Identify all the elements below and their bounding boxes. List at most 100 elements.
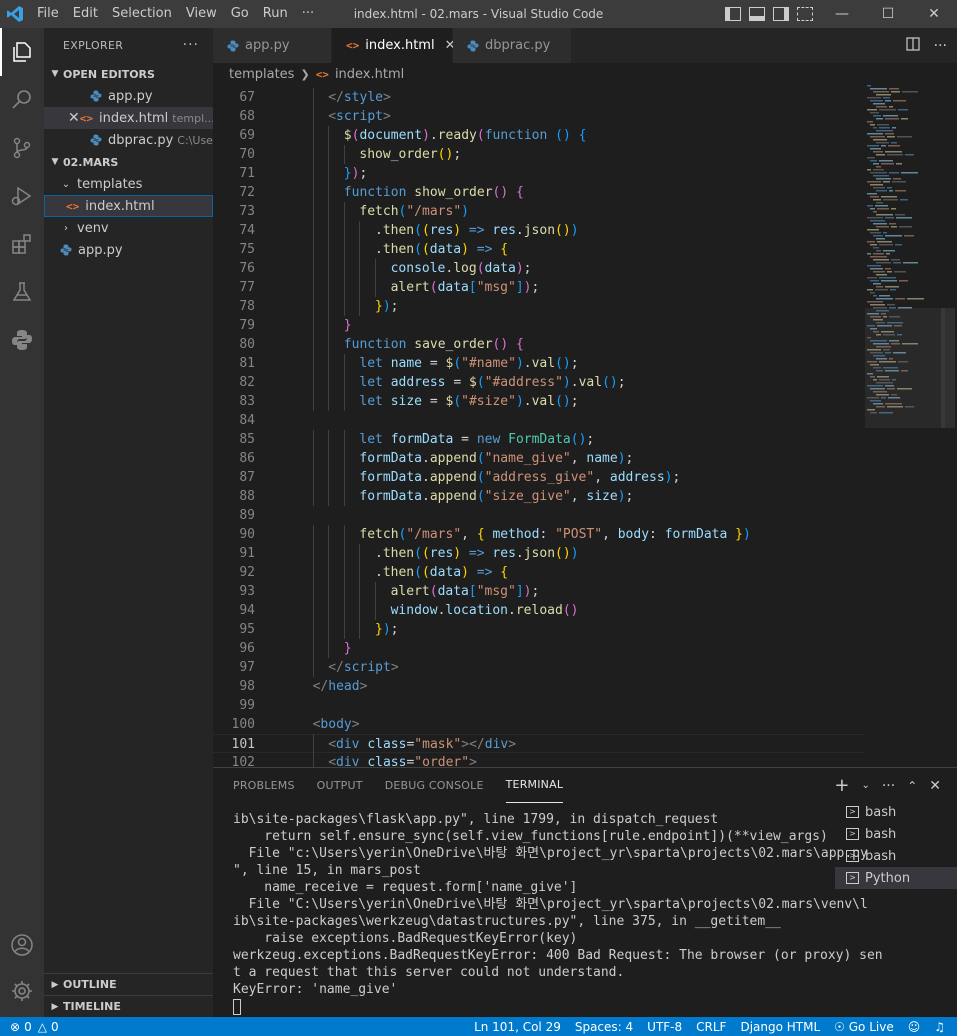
- code-line[interactable]: 95});: [213, 620, 865, 639]
- code-line[interactable]: 79}: [213, 316, 865, 335]
- explorer-icon[interactable]: [0, 28, 44, 76]
- open-editor-item[interactable]: app.py: [44, 85, 213, 107]
- code-line[interactable]: 92 .then((data) => {: [213, 563, 865, 582]
- terminal-item[interactable]: > bash: [835, 845, 957, 867]
- folder-templates[interactable]: ⌄ templates: [44, 173, 213, 195]
- menu-view[interactable]: View: [179, 0, 224, 28]
- tab-terminal[interactable]: TERMINAL: [505, 768, 564, 803]
- code-line[interactable]: 68 <script>: [213, 107, 865, 126]
- minimap[interactable]: [865, 85, 945, 767]
- code-line[interactable]: 100 <body>: [213, 715, 865, 734]
- code-line[interactable]: 102 <div class="order">: [213, 753, 865, 767]
- settings-gear-icon[interactable]: [0, 967, 44, 1015]
- open-editors-section[interactable]: ▼ OPEN EDITORS: [44, 63, 213, 85]
- new-terminal-icon[interactable]: +: [834, 775, 849, 796]
- folder-venv[interactable]: › venv: [44, 217, 213, 239]
- timeline-section[interactable]: ▶ TIMELINE: [44, 995, 213, 1017]
- toggle-secondary-sidebar-icon[interactable]: [773, 7, 789, 21]
- line-ending[interactable]: CRLF: [696, 1020, 726, 1034]
- code-line[interactable]: 86 formData.append("name_give", name);: [213, 449, 865, 468]
- code-line[interactable]: 94 window.location.reload(): [213, 601, 865, 620]
- breadcrumb-folder[interactable]: templates: [229, 67, 294, 82]
- breadcrumb-file[interactable]: index.html: [335, 67, 404, 82]
- menu-more[interactable]: ···: [295, 0, 321, 28]
- tab-problems[interactable]: PROBLEMS: [233, 768, 295, 803]
- code-line[interactable]: 80 function save_order() {: [213, 335, 865, 354]
- tab-dbprac-py[interactable]: dbprac.py: [453, 28, 572, 63]
- code-line[interactable]: 84: [213, 411, 865, 430]
- workspace-section[interactable]: ▼ 02.MARS: [44, 151, 213, 173]
- tab-output[interactable]: OUTPUT: [317, 768, 363, 803]
- source-control-icon[interactable]: [0, 124, 44, 172]
- minimize-icon[interactable]: —: [819, 0, 865, 28]
- tab-app-py[interactable]: app.py: [213, 28, 332, 63]
- menu-selection[interactable]: Selection: [105, 0, 179, 28]
- maximize-icon[interactable]: ☐: [865, 0, 911, 28]
- code-line[interactable]: 82 let address = $("#address").val();: [213, 373, 865, 392]
- tab-debug-console[interactable]: DEBUG CONSOLE: [385, 768, 484, 803]
- code-line[interactable]: 70 show_order();: [213, 145, 865, 164]
- close-editor-icon[interactable]: ✕: [68, 110, 80, 126]
- menu-edit[interactable]: Edit: [66, 0, 105, 28]
- terminal-prompt[interactable]: [233, 998, 823, 1015]
- account-icon[interactable]: [0, 921, 44, 969]
- editor-scrollbar[interactable]: [941, 85, 955, 767]
- code-line[interactable]: 87 formData.append("address_give", addres…: [213, 468, 865, 487]
- menu-run[interactable]: Run: [256, 0, 295, 28]
- encoding[interactable]: UTF-8: [647, 1020, 682, 1034]
- menu-go[interactable]: Go: [224, 0, 256, 28]
- toggle-sidebar-icon[interactable]: [725, 7, 741, 21]
- code-line[interactable]: 74 .then((res) => res.json()): [213, 221, 865, 240]
- code-line[interactable]: 88 formData.append("size_give", size);: [213, 487, 865, 506]
- maximize-panel-icon[interactable]: ⌃: [907, 779, 917, 793]
- code-line[interactable]: 99: [213, 696, 865, 715]
- terminal-output[interactable]: ib\site-packages\flask\app.py", line 179…: [233, 811, 883, 1015]
- python-icon[interactable]: [0, 316, 44, 364]
- extensions-icon[interactable]: [0, 220, 44, 268]
- code-editor[interactable]: 67 </style> 68 <script> 69 $(document).ready(…: [213, 85, 957, 767]
- code-line[interactable]: 78});: [213, 297, 865, 316]
- close-window-icon[interactable]: ✕: [911, 0, 957, 28]
- code-line[interactable]: 89: [213, 506, 865, 525]
- code-line[interactable]: 98 </head>: [213, 677, 865, 696]
- tree-item-app-py[interactable]: app.py: [44, 239, 213, 261]
- run-debug-icon[interactable]: [0, 172, 44, 220]
- terminal-item[interactable]: > bash: [835, 801, 957, 823]
- code-line[interactable]: 83 let size = $("#size").val();: [213, 392, 865, 411]
- code-line[interactable]: 96}: [213, 639, 865, 658]
- testing-icon[interactable]: [0, 268, 44, 316]
- go-live-button[interactable]: ☉ Go Live: [834, 1020, 894, 1034]
- scrollbar-thumb[interactable]: [941, 308, 955, 428]
- terminal-item[interactable]: > bash: [835, 823, 957, 845]
- open-editor-item[interactable]: dbprac.py C:\Use...: [44, 129, 213, 151]
- code-line[interactable]: 85 let formData = new FormData();: [213, 430, 865, 449]
- feedback-icon[interactable]: ☺: [908, 1020, 921, 1034]
- code-line[interactable]: 101 <div class="mask"></div>: [213, 734, 865, 753]
- code-line[interactable]: 76 console.log(data);: [213, 259, 865, 278]
- code-line[interactable]: 72 function show_order() {: [213, 183, 865, 202]
- notifications-bell-icon[interactable]: ♫: [934, 1020, 945, 1034]
- code-line[interactable]: 73 fetch("/mars"): [213, 202, 865, 221]
- open-editor-item-active[interactable]: ✕ <> index.html templ...: [44, 107, 213, 129]
- code-line[interactable]: 71});: [213, 164, 865, 183]
- language-mode[interactable]: Django HTML: [740, 1020, 820, 1034]
- code-line[interactable]: 69 $(document).ready(function () {: [213, 126, 865, 145]
- chevron-down-icon[interactable]: ⌄: [861, 780, 869, 791]
- close-panel-icon[interactable]: ✕: [929, 778, 941, 794]
- code-line[interactable]: 77 alert(data["msg"]);: [213, 278, 865, 297]
- cursor-position[interactable]: Ln 101, Col 29: [474, 1020, 561, 1034]
- code-line[interactable]: 97 </script>: [213, 658, 865, 677]
- customize-layout-icon[interactable]: [797, 7, 813, 21]
- code-line[interactable]: 90 fetch("/mars", { method: "POST", body:…: [213, 525, 865, 544]
- code-line[interactable]: 91 .then((res) => res.json()): [213, 544, 865, 563]
- toggle-panel-icon[interactable]: [749, 7, 765, 21]
- code-line[interactable]: 67 </style>: [213, 88, 865, 107]
- problems-status[interactable]: ⊗ 0 △ 0: [0, 1020, 59, 1034]
- more-actions-icon[interactable]: ···: [183, 37, 199, 53]
- more-actions-icon[interactable]: ···: [934, 38, 947, 54]
- search-icon[interactable]: [0, 76, 44, 124]
- terminal-item-active[interactable]: > Python: [835, 867, 957, 889]
- more-actions-icon[interactable]: ···: [882, 778, 895, 794]
- outline-section[interactable]: ▶ OUTLINE: [44, 973, 213, 995]
- indentation[interactable]: Spaces: 4: [575, 1020, 633, 1034]
